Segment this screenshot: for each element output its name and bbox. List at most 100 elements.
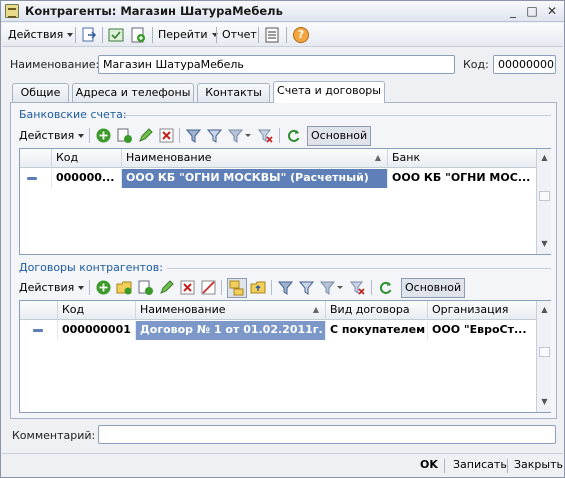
contracts-toolbar: Действия Основной xyxy=(17,277,553,299)
bank-basic-button[interactable]: Основной xyxy=(307,126,372,146)
write-icon[interactable] xyxy=(107,26,125,44)
column-header-code[interactable]: Код xyxy=(58,301,136,320)
hierarchy-view-icon[interactable] xyxy=(227,278,247,298)
bank-actions-menu[interactable]: Действия xyxy=(19,127,85,145)
clear-filter-icon[interactable] xyxy=(257,127,274,144)
tab-contacts[interactable]: Контакты xyxy=(197,83,270,102)
bank-accounts-title: Банковские счета: xyxy=(19,108,127,121)
cell-code[interactable]: 000000001 xyxy=(58,321,136,340)
window-title: Контрагенты: Магазин ШатураМебель xyxy=(25,4,283,18)
contracts-actions-menu[interactable]: Действия xyxy=(19,279,85,297)
catalog-icon xyxy=(5,4,19,18)
scroll-up-button[interactable]: ▲ xyxy=(538,151,551,165)
add-folder-icon[interactable] xyxy=(116,279,133,296)
sort-asc-icon: ▲ xyxy=(374,153,381,162)
comment-label: Комментарий: xyxy=(12,429,96,442)
cell-name[interactable]: Договор № 1 от 01.02.2011г. xyxy=(136,321,326,340)
column-header-name-label: Наименование xyxy=(140,303,226,316)
scroll-thumb[interactable] xyxy=(539,347,550,357)
filter-history-icon[interactable] xyxy=(319,279,345,296)
delete-icon[interactable] xyxy=(158,127,175,144)
actions-menu[interactable]: Действия xyxy=(8,26,74,44)
close-window-button[interactable]: ✕ xyxy=(544,4,560,19)
name-field[interactable]: Магазин ШатураМебель xyxy=(98,55,455,74)
goto-menu[interactable]: Перейти xyxy=(158,26,218,44)
row-marker-icon xyxy=(27,177,37,180)
table-row[interactable]: 000000001 Договор № 1 от 01.02.2011г. С … xyxy=(20,321,536,340)
save-button[interactable]: Записать xyxy=(453,458,507,471)
help-glyph: ? xyxy=(297,28,305,41)
name-label: Наименование: xyxy=(10,58,100,71)
save-and-close-icon[interactable] xyxy=(80,26,98,44)
refresh-icon[interactable] xyxy=(285,127,302,144)
maximize-button[interactable]: □ xyxy=(524,4,540,19)
bank-actions-label: Действия xyxy=(19,129,75,142)
filter-by-value-icon[interactable] xyxy=(185,127,202,144)
help-icon[interactable]: ? xyxy=(292,26,310,44)
cell-bank[interactable]: ООО КБ "ОГНИ МОС... xyxy=(388,169,536,188)
clear-filter-icon[interactable] xyxy=(349,279,366,296)
column-header-code[interactable]: Код xyxy=(52,149,122,168)
copy-icon[interactable] xyxy=(116,127,133,144)
tab-panel: Банковские счета: Действия Основной Код … xyxy=(10,102,557,419)
folder-up-icon[interactable] xyxy=(250,279,267,296)
cell-code[interactable]: 000000... xyxy=(52,169,122,188)
cell-kind[interactable]: С покупателем xyxy=(326,321,428,340)
filter-by-value-icon[interactable] xyxy=(277,279,294,296)
scroll-thumb[interactable] xyxy=(539,191,550,201)
add-icon[interactable] xyxy=(95,279,112,296)
column-header-name[interactable]: Наименование ▲ xyxy=(122,149,388,168)
mark-deletion-icon[interactable] xyxy=(200,279,217,296)
marker-column-header[interactable] xyxy=(20,149,52,168)
title-bar: Контрагенты: Магазин ШатураМебель _ □ ✕ xyxy=(1,1,564,22)
table-row[interactable]: 000000... ООО КБ "ОГНИ МОСКВЫ" (Расчетны… xyxy=(20,169,536,188)
filter-history-icon[interactable] xyxy=(227,127,253,144)
marker-column-header[interactable] xyxy=(20,301,58,320)
add-icon[interactable] xyxy=(95,127,112,144)
ok-button[interactable]: OK xyxy=(420,458,438,471)
report-button[interactable]: Отчет xyxy=(222,26,257,44)
copy-icon[interactable] xyxy=(137,279,154,296)
row-marker-icon xyxy=(33,329,43,332)
scroll-down-button[interactable]: ▼ xyxy=(538,237,551,251)
edit-icon[interactable] xyxy=(158,279,175,296)
comment-field[interactable] xyxy=(98,425,556,444)
column-header-kind[interactable]: Вид договора xyxy=(326,301,428,320)
tab-accounts-contracts[interactable]: Счета и договоры xyxy=(273,81,385,103)
column-header-organization[interactable]: Организация xyxy=(428,301,536,320)
goto-menu-label: Перейти xyxy=(158,28,208,41)
scroll-up-button[interactable]: ▲ xyxy=(538,303,551,317)
row-marker-cell xyxy=(20,169,52,188)
vertical-scrollbar[interactable]: ▲ ▼ xyxy=(536,149,551,254)
filter-icon[interactable] xyxy=(206,127,223,144)
scroll-down-button[interactable]: ▼ xyxy=(538,395,551,409)
main-toolbar: Действия Перейти Отчет ? xyxy=(2,23,563,47)
close-button[interactable]: Закрыть xyxy=(514,458,563,471)
contracts-basic-button[interactable]: Основной xyxy=(401,278,466,298)
bank-accounts-table[interactable]: Код Наименование ▲ Банк 000000... ООО КБ… xyxy=(19,148,551,255)
table-header: Код Наименование ▲ Вид договора Организа… xyxy=(20,301,536,320)
contracts-table[interactable]: Код Наименование ▲ Вид договора Организа… xyxy=(19,300,551,413)
delete-icon[interactable] xyxy=(179,279,196,296)
chevron-down-icon xyxy=(78,134,85,138)
refresh-icon[interactable] xyxy=(377,279,394,296)
tab-general[interactable]: Общие xyxy=(12,83,69,102)
new-document-icon[interactable] xyxy=(129,26,147,44)
contracts-actions-label: Действия xyxy=(19,281,75,294)
chevron-down-icon xyxy=(67,33,74,37)
column-header-name-label: Наименование xyxy=(126,151,212,164)
list-icon[interactable] xyxy=(263,26,281,44)
code-field[interactable]: 000000003 xyxy=(493,55,556,74)
filter-icon[interactable] xyxy=(298,279,315,296)
cell-name[interactable]: ООО КБ "ОГНИ МОСКВЫ" (Расчетный) xyxy=(122,169,388,188)
vertical-scrollbar[interactable]: ▲ ▼ xyxy=(536,301,551,412)
column-header-name[interactable]: Наименование ▲ xyxy=(136,301,326,320)
actions-menu-label: Действия xyxy=(8,28,64,41)
tab-addresses[interactable]: Адреса и телефоны xyxy=(72,83,194,102)
chevron-down-icon xyxy=(78,286,85,290)
table-header: Код Наименование ▲ Банк xyxy=(20,149,536,168)
cell-organization[interactable]: ООО "ЕвроСт... xyxy=(428,321,536,340)
edit-icon[interactable] xyxy=(137,127,154,144)
minimize-button[interactable]: _ xyxy=(505,4,521,19)
column-header-bank[interactable]: Банк xyxy=(388,149,536,168)
